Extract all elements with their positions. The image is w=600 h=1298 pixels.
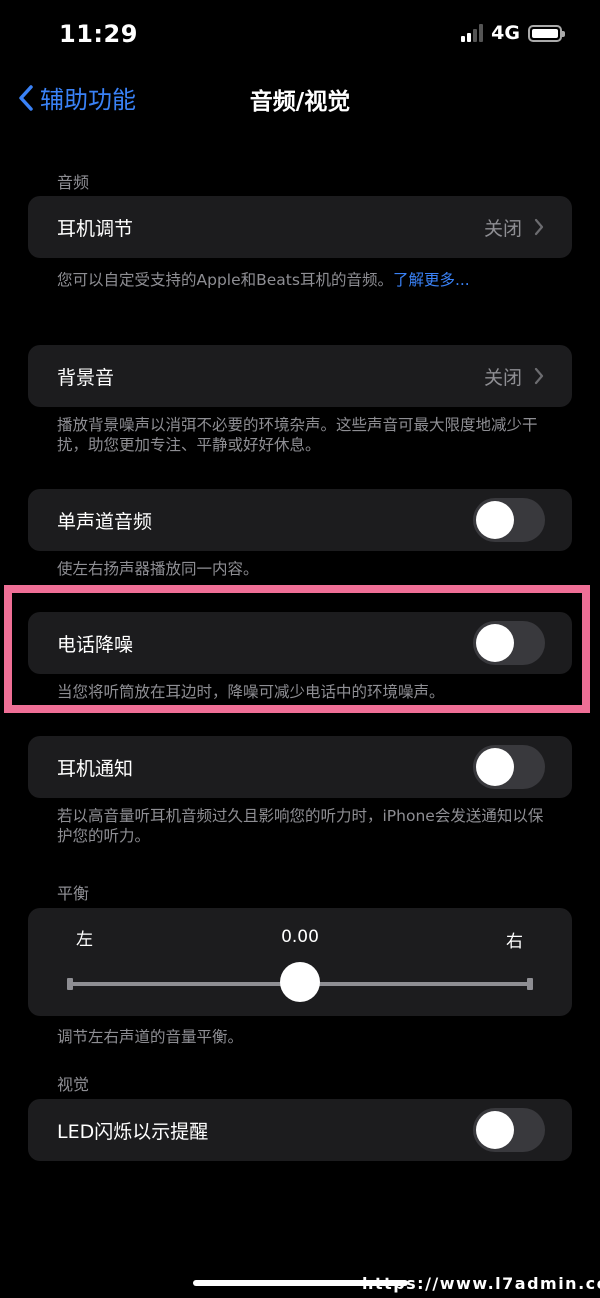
section-label-visual: 视觉 [57,1075,90,1094]
section-label-audio: 音频 [57,173,90,192]
balance-slider-thumb[interactable] [280,962,320,1002]
page-title: 音频/视觉 [249,89,351,115]
balance-cell: 左 0.00 右 [28,908,572,1016]
mono-audio-row: 单声道音频 [28,489,572,551]
notify-footnote: 若以高音量听耳机音频过久且影响您的听力时，iPhone会发送通知以保护您的听力。 [57,807,544,845]
background-label: 背景音 [57,366,115,389]
background-value: 关闭 [483,366,522,389]
headphone-label: 耳机调节 [57,217,134,240]
section-label-balance: 平衡 [57,884,90,903]
led-label: LED闪烁以示提醒 [57,1120,209,1143]
balance-left-tick [67,978,73,990]
highlight-box [4,585,590,713]
headphone-footnote: 您可以自定受支持的Apple和Beats耳机的音频。了解更多... [57,270,557,290]
headphone-footnote-text: 您可以自定受支持的Apple和Beats耳机的音频。 [57,271,393,289]
balance-footnote: 调节左右声道的音量平衡。 [57,1028,244,1046]
headphone-notifications-toggle[interactable] [473,745,545,789]
headphone-accommodations-row[interactable]: 耳机调节 关闭 [28,196,572,258]
mono-label: 单声道音频 [57,510,153,533]
mono-footnote: 使左右扬声器播放同一内容。 [57,560,259,578]
background-sounds-row[interactable]: 背景音 关闭 [28,345,572,407]
background-footnote: 播放背景噪声以消弭不必要的环境杂声。这些声音可最大限度地减少干扰，助您更加专注、… [57,416,538,454]
led-flash-toggle[interactable] [473,1108,545,1152]
notify-label: 耳机通知 [57,757,134,780]
chevron-right-icon [534,218,544,236]
chevron-right-icon [534,367,544,385]
battery-icon [528,24,565,42]
learn-more-link[interactable]: 了解更多... [393,271,470,289]
status-icons: 4G [461,22,565,44]
watermark: https://www.l7admin.cc [362,1274,600,1293]
signal-icon [461,24,484,42]
balance-value: 0.00 [281,927,319,947]
led-flash-row: LED闪烁以示提醒 [28,1099,572,1161]
network-label: 4G [491,22,520,44]
headphone-value: 关闭 [483,217,522,240]
status-time: 11:29 [59,20,138,48]
headphone-notifications-row: 耳机通知 [28,736,572,798]
balance-right-tick [527,978,533,990]
balance-right-label: 右 [506,932,523,952]
mono-audio-toggle[interactable] [473,498,545,542]
